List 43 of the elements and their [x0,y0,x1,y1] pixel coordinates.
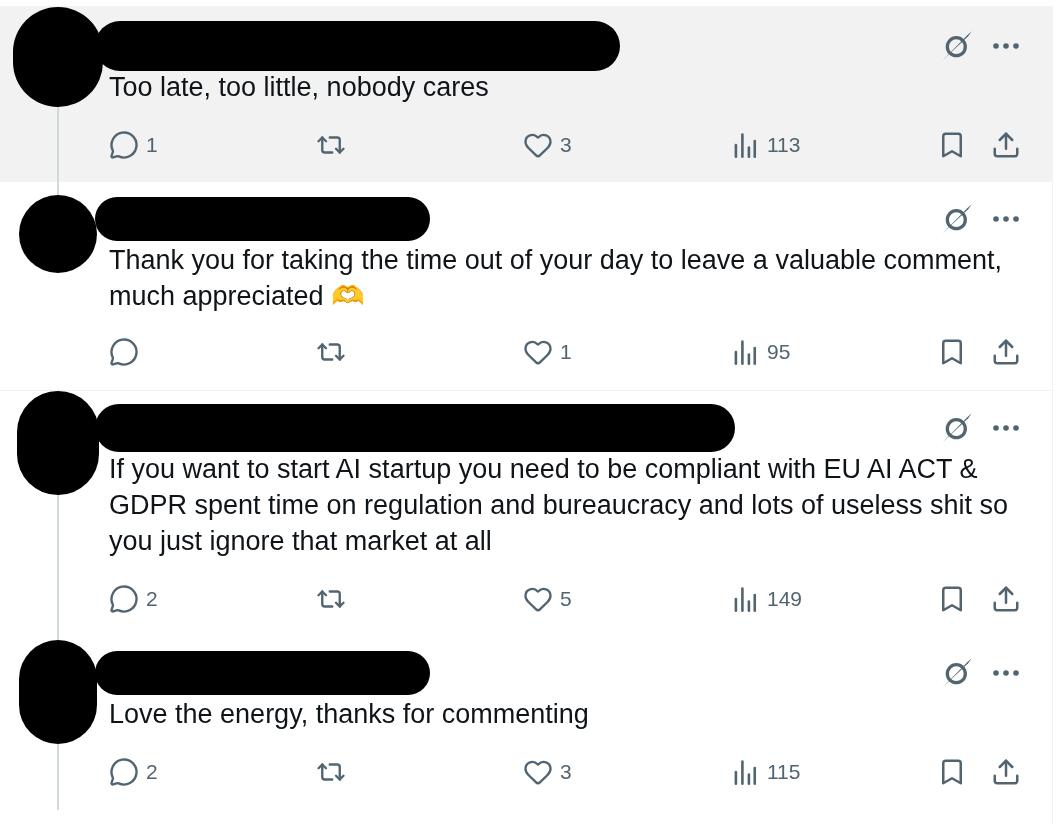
reply-post[interactable]: Too late, too little, nobody cares 1 3 113 [0,7,1052,182]
share-icon [991,130,1021,160]
share-icon [991,337,1021,367]
reply-button[interactable]: 2 [109,583,158,615]
reply-icon [109,337,139,367]
post-text: Too late, too little, nobody cares [109,71,490,104]
like-button[interactable]: 1 [523,336,572,368]
views-button[interactable]: 113 [730,129,801,161]
reply-button[interactable]: 1 [109,129,158,161]
post-text: If you want to start AI startup you need to be compliant with EU AI ACT & GDPR spent time on regulation and bureaucracy and lots of useless shit so you just ignore that market at all [109,453,1009,558]
slashed-circle-button[interactable] [942,204,972,234]
reply-post[interactable]: Thank you for taking the time out of your day to leave a valuable comment, much appreciated 🫶 1 95 [0,182,1052,391]
reply-icon [109,584,139,614]
share-button[interactable] [991,584,1021,614]
reply-icon [109,757,139,787]
reply-icon [109,130,139,160]
more-icon [993,43,1019,49]
reply-button[interactable]: 2 [109,756,158,788]
post-text: Love the energy, thanks for commenting [109,698,590,731]
slashed-circle-button[interactable] [942,658,972,688]
post-text: Thank you for taking the time out of your day to leave a valuable comment, much appreciated 🫶 [109,244,1003,313]
reply-button[interactable] [109,337,139,367]
like-button[interactable]: 5 [523,583,572,615]
like-button[interactable]: 3 [523,129,572,161]
share-icon [991,757,1021,787]
share-button[interactable] [991,337,1021,367]
more-icon [993,216,1019,222]
bar-chart-icon [732,759,758,785]
share-button[interactable] [991,757,1021,787]
views-button[interactable]: 115 [730,756,801,788]
views-button[interactable]: 149 [730,583,803,615]
thread-line [57,744,59,810]
bar-chart-icon [732,586,758,612]
slashed-circle-button[interactable] [942,31,972,61]
bar-chart-icon [732,339,758,365]
like-button[interactable]: 3 [523,756,572,788]
views-button[interactable]: 95 [730,336,791,368]
bar-chart-icon [732,132,758,158]
more-icon [993,670,1019,676]
slashed-circle-button[interactable] [942,413,972,443]
more-icon [993,425,1019,431]
share-button[interactable] [991,130,1021,160]
share-icon [991,584,1021,614]
